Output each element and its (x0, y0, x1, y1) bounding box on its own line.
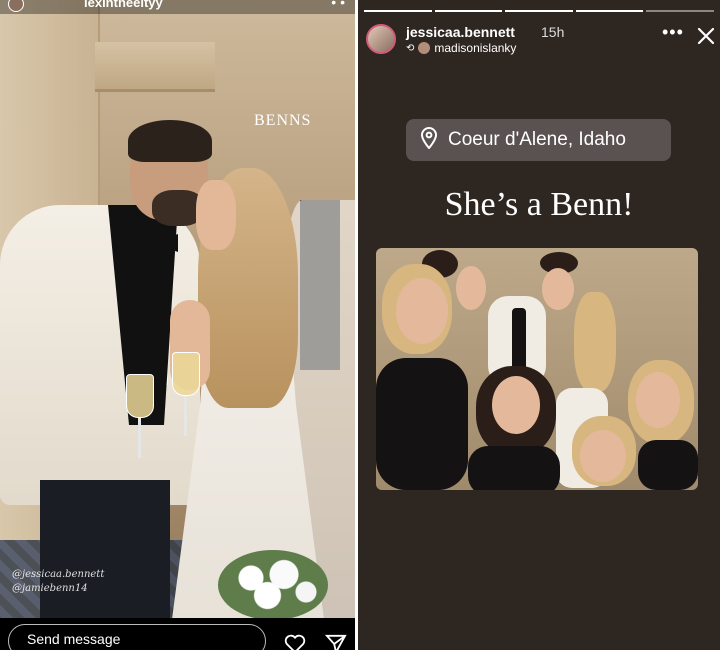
photo-person (376, 358, 468, 490)
champagne-glass (172, 352, 200, 396)
heart-icon[interactable] (284, 634, 306, 650)
story-header: jessicaa.bennett 15h ⟲ madisonislanky ••… (366, 20, 716, 56)
progress-segment (646, 10, 714, 12)
photo-person (636, 372, 680, 428)
photo-bride (574, 292, 616, 392)
paper-plane-icon[interactable] (324, 634, 347, 650)
right-story[interactable]: jessicaa.bennett 15h ⟲ madisonislanky ••… (358, 0, 720, 650)
repost-attribution[interactable]: ⟲ madisonislanky (406, 41, 516, 55)
benns-sign: BENNS (254, 112, 312, 129)
story-headline: She’s a Benn! (444, 186, 634, 223)
progress-segment (575, 10, 644, 12)
location-sticker[interactable]: Coeur d'Alene, Idaho (406, 119, 671, 161)
progress-segment (434, 10, 503, 12)
glass-stem (184, 396, 187, 436)
progress-segment (364, 10, 432, 12)
story-username[interactable]: jessicaa.bennett (406, 24, 515, 40)
send-message-input[interactable]: Send message (8, 624, 266, 650)
left-story-avatar[interactable] (8, 0, 24, 12)
repost-avatar (418, 42, 431, 54)
photo-person (638, 440, 698, 490)
left-story[interactable]: lexintheeityy • • BENNS @jessicaa.bennet… (0, 0, 355, 650)
photo-person (580, 430, 626, 482)
progress-segment (505, 10, 573, 12)
bouquet (218, 550, 328, 620)
profile-avatar[interactable] (366, 24, 396, 54)
close-icon[interactable] (696, 26, 716, 51)
repost-icon: ⟲ (406, 42, 415, 54)
wall-shelf (95, 42, 215, 92)
photo-person (468, 446, 560, 490)
story-timestamp: 15h (541, 24, 565, 40)
groom-hair (128, 120, 212, 162)
group-photo (376, 248, 698, 490)
photo-groom (542, 268, 574, 310)
location-label: Coeur d'Alene, Idaho (448, 129, 626, 150)
location-pin-icon (420, 126, 438, 154)
more-icon[interactable]: ••• (662, 22, 684, 43)
glass-stem (138, 418, 141, 458)
photo-person (396, 278, 448, 344)
mention-sticker[interactable]: @jamiebenn14 (12, 582, 104, 596)
left-story-header: lexintheeityy • • (0, 0, 355, 14)
left-story-username[interactable]: lexintheeityy (84, 0, 163, 10)
left-more-icon[interactable]: • • (331, 0, 345, 10)
mention-stickers: @jessicaa.bennett @jamiebenn14 (12, 568, 104, 596)
photo-person (492, 376, 540, 434)
story-progress-bar (364, 10, 714, 12)
photo-person (456, 266, 486, 310)
mention-sticker[interactable]: @jessicaa.bennett (12, 568, 104, 582)
repost-username[interactable]: madisonislanky (434, 41, 516, 55)
champagne-glass (126, 374, 154, 418)
bride-face (196, 180, 236, 250)
